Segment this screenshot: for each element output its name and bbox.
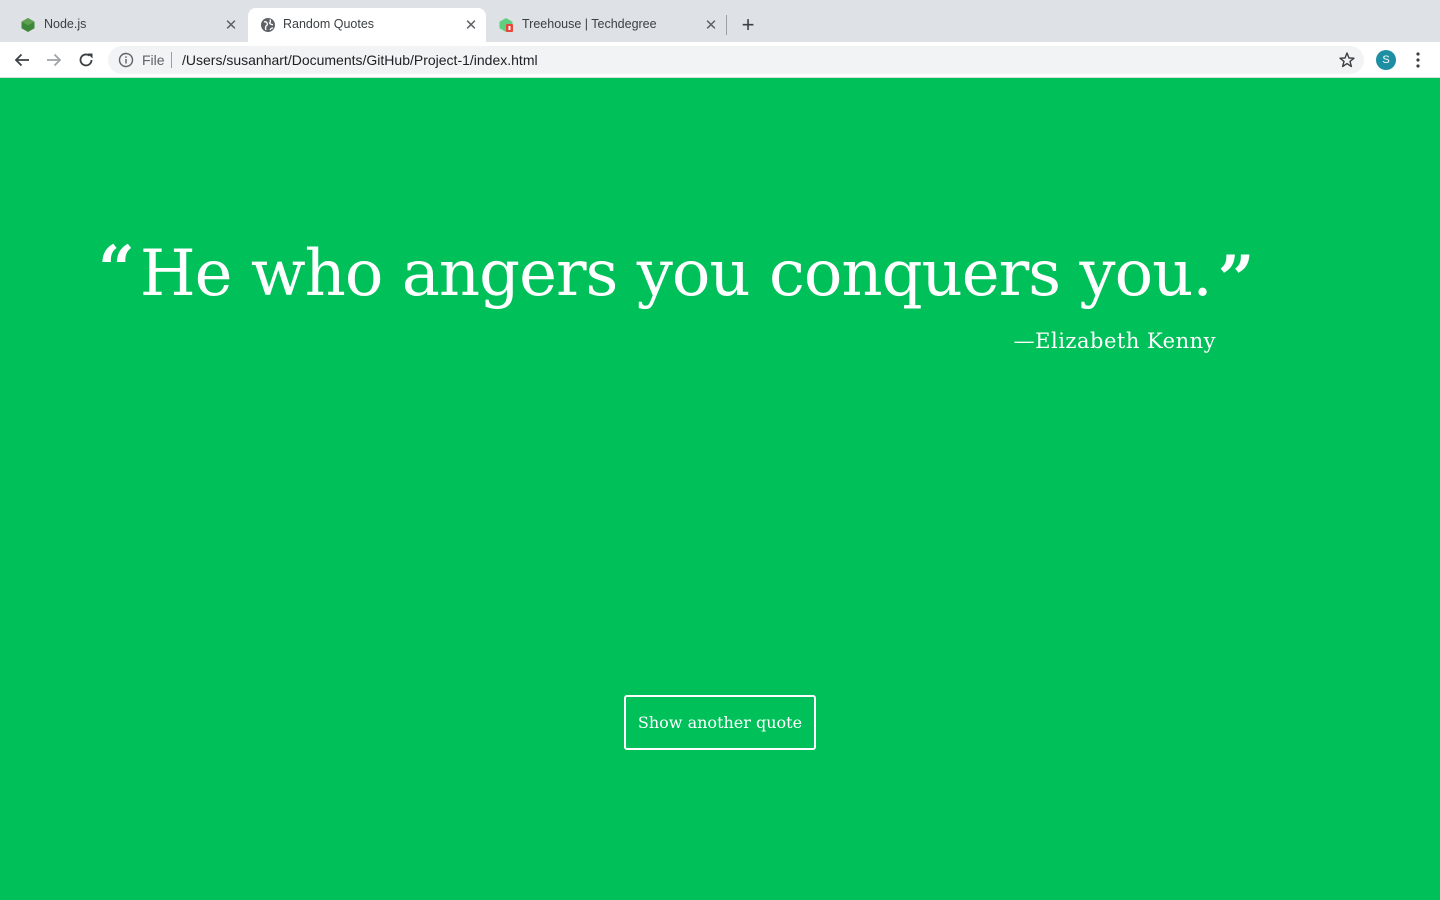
- tab-nodejs[interactable]: Node.js ✕: [0, 8, 248, 42]
- globe-icon: [261, 18, 275, 32]
- new-tab-button[interactable]: +: [736, 13, 760, 37]
- forward-button[interactable]: [42, 48, 66, 72]
- bookmark-star-icon[interactable]: [1338, 51, 1356, 69]
- quote-text: “He who angers you conquers you.”: [98, 234, 1254, 314]
- info-icon[interactable]: [118, 52, 134, 68]
- page-body: “He who angers you conquers you.” —Eliza…: [0, 79, 1440, 900]
- arrow-right-icon: [47, 53, 62, 67]
- quote-source: —Elizabeth Kenny: [1013, 329, 1216, 353]
- browser-toolbar: File /Users/susanhart/Documents/GitHub/P…: [0, 42, 1440, 78]
- tab-separator: [726, 15, 727, 35]
- close-tab-icon[interactable]: ✕: [702, 16, 720, 34]
- nodejs-icon: [21, 18, 35, 32]
- open-quote-mark: “: [98, 232, 135, 307]
- tab-strip: Node.js ✕ Random Quotes ✕ Treehouse | Te…: [0, 0, 1440, 42]
- close-tab-icon[interactable]: ✕: [222, 16, 240, 34]
- show-another-quote-button[interactable]: Show another quote: [624, 695, 816, 750]
- address-bar[interactable]: File /Users/susanhart/Documents/GitHub/P…: [108, 46, 1364, 74]
- more-menu-icon[interactable]: [1410, 50, 1426, 70]
- quote-body: He who angers you conquers you.: [139, 237, 1213, 311]
- tab-random-quotes[interactable]: Random Quotes ✕: [248, 8, 486, 42]
- reload-button[interactable]: [74, 48, 98, 72]
- profile-avatar[interactable]: S: [1376, 50, 1396, 70]
- url-text[interactable]: /Users/susanhart/Documents/GitHub/Projec…: [182, 52, 538, 68]
- tab-label: Random Quotes: [283, 17, 375, 31]
- close-quote-mark: ”: [1217, 242, 1255, 317]
- back-button[interactable]: [10, 48, 34, 72]
- quote-block: “He who angers you conquers you.” —Eliza…: [98, 234, 1254, 353]
- close-tab-icon[interactable]: ✕: [462, 16, 480, 34]
- tab-treehouse[interactable]: Treehouse | Techdegree ✕: [486, 8, 726, 42]
- arrow-left-icon: [14, 53, 29, 67]
- treehouse-icon: [499, 18, 513, 32]
- address-divider: [171, 52, 172, 68]
- tab-label: Treehouse | Techdegree: [522, 17, 657, 31]
- reload-icon: [79, 53, 93, 67]
- tab-label: Node.js: [44, 17, 87, 31]
- url-scheme-label: File: [142, 52, 165, 68]
